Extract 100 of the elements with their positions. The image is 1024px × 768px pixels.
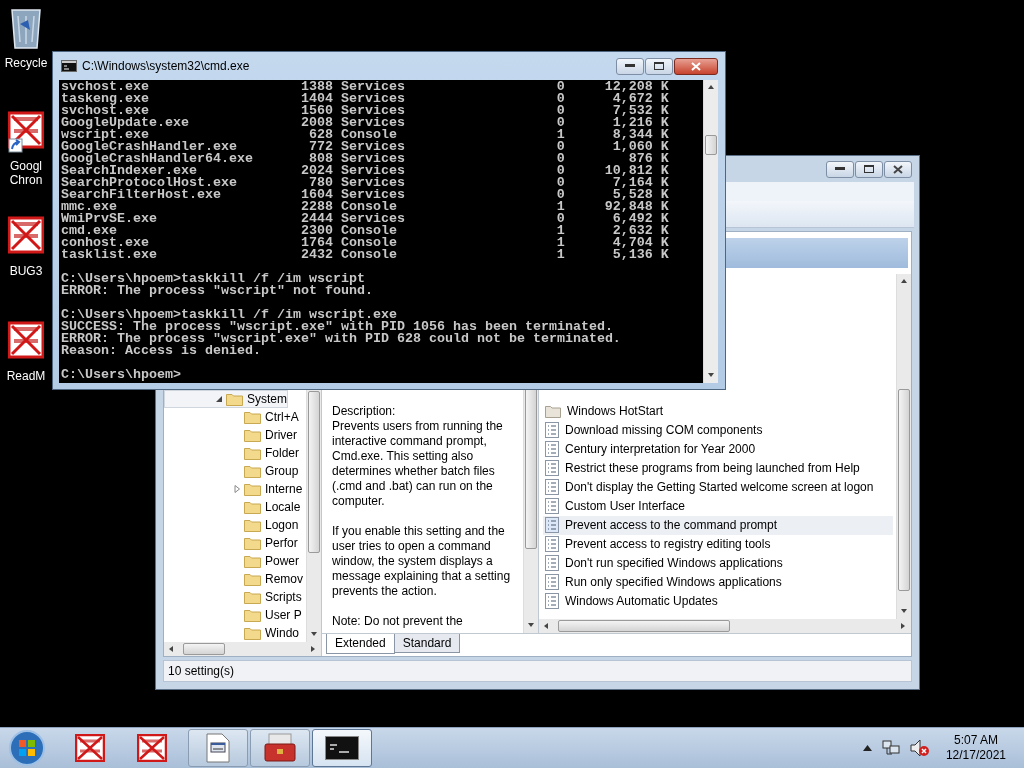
denied-file-icon: [75, 734, 105, 762]
maximize-button[interactable]: [855, 160, 883, 178]
session-number: 0: [555, 213, 565, 225]
clock-time[interactable]: 5:07 AM: [953, 733, 998, 748]
memory-usage: 92,848 K: [603, 201, 669, 213]
folder-icon: [244, 571, 261, 586]
setting-page-icon: [545, 479, 559, 496]
setting-item[interactable]: Don't display the Getting Started welcome screen at logon: [543, 477, 893, 497]
setting-item[interactable]: Windows Automatic Updates: [543, 591, 893, 611]
folder-icon: [244, 553, 261, 568]
tree-item[interactable]: Interne: [164, 479, 304, 498]
collapsed-arrow-icon[interactable]: [233, 484, 241, 493]
folder-icon: [244, 535, 261, 550]
network-icon[interactable]: [881, 740, 900, 756]
setting-item[interactable]: Don't run specified Windows applications: [543, 553, 893, 573]
process-name: conhost.exe: [61, 237, 149, 249]
close-button[interactable]: [674, 57, 718, 75]
tree-item[interactable]: User P: [164, 605, 303, 624]
session-name: Services: [339, 117, 406, 129]
taskbar-button[interactable]: [312, 729, 372, 767]
scrollbar[interactable]: [164, 641, 321, 656]
close-button[interactable]: [884, 160, 912, 178]
setting-item[interactable]: Century interpretation for Year 2000: [543, 439, 893, 459]
taskbar-button[interactable]: [250, 729, 310, 767]
expanded-arrow-icon[interactable]: [215, 394, 223, 403]
toolbox-icon: [263, 733, 297, 763]
session-number: 0: [555, 153, 565, 165]
tree-item[interactable]: Driver: [164, 425, 298, 444]
maximize-icon: [864, 165, 874, 173]
folder-icon: [244, 445, 261, 460]
tree-item[interactable]: Power: [164, 551, 300, 570]
setting-item[interactable]: Prevent access to registry editing tools: [543, 534, 893, 554]
recycle-bin-icon[interactable]: [8, 6, 44, 50]
tree-item[interactable]: Locale: [164, 497, 302, 516]
memory-usage: 1,060 K: [611, 141, 669, 153]
setting-item[interactable]: Prevent access to the command prompt: [543, 515, 893, 535]
process-name: taskeng.exe: [61, 93, 150, 105]
memory-usage: 7,164 K: [612, 177, 669, 189]
tree-item[interactable]: Perfor: [164, 533, 299, 552]
process-name: mmc.exe: [61, 201, 117, 213]
tree-item[interactable]: Scripts: [164, 587, 303, 606]
session-number: 0: [555, 105, 565, 117]
session-name: Console: [339, 237, 398, 249]
view-tab[interactable]: Standard: [393, 633, 461, 653]
process-id: 2432: [299, 249, 333, 261]
view-tab[interactable]: Extended: [326, 633, 395, 654]
process-id: 808: [308, 153, 333, 165]
scrollbar[interactable]: [896, 273, 911, 619]
memory-usage: 876 K: [628, 153, 669, 165]
process-id: 1560: [299, 105, 333, 117]
start-button[interactable]: [8, 729, 46, 767]
session-number: 0: [555, 177, 565, 189]
memory-usage: 4,704 K: [611, 237, 669, 249]
tree-item[interactable]: Logon: [164, 515, 300, 534]
tree-item[interactable]: Folder: [164, 443, 300, 462]
denied-file-icon[interactable]: [8, 109, 44, 153]
tree-item[interactable]: Windo: [164, 623, 300, 642]
session-name: Services: [339, 177, 406, 189]
session-name: Services: [339, 153, 406, 165]
session-name: Console: [339, 249, 398, 261]
status-text: 10 setting(s): [168, 663, 235, 678]
setting-item[interactable]: Download missing COM components: [543, 420, 893, 440]
setting-item[interactable]: Run only specified Windows applications: [543, 572, 893, 592]
tree-item[interactable]: Remov: [164, 569, 304, 588]
denied-file-icon: [137, 734, 167, 762]
setting-page-icon: [545, 574, 559, 591]
session-number: 0: [555, 141, 565, 153]
clock-date[interactable]: 12/17/2021: [945, 748, 1006, 763]
session-name: Services: [339, 93, 406, 105]
show-hidden-icons-icon[interactable]: [862, 745, 872, 751]
description-text: If you enable this setting and the user tries to open a command window, the system displays a message explaining that a setting prevents the action.: [332, 523, 512, 599]
description-text: Prevents users from running the interactive command prompt, Cmd.exe. This setting also determines whether batch files (.cmd and .bat) can run on the computer.: [332, 418, 504, 509]
process-name: GoogleUpdate.exe: [61, 117, 190, 129]
description-heading: Description:: [332, 403, 397, 419]
scrollbar[interactable]: [703, 80, 718, 383]
tree-item[interactable]: Ctrl+A: [164, 407, 300, 426]
session-number: 0: [555, 93, 565, 105]
minimize-button[interactable]: [616, 57, 644, 75]
setting-item[interactable]: Windows HotStart: [543, 401, 893, 421]
session-name: Services: [339, 141, 406, 153]
session-name: Services: [339, 165, 406, 177]
process-name: SearchIndexer.exe: [61, 165, 197, 177]
minimize-button[interactable]: [826, 160, 854, 178]
setting-item[interactable]: Restrict these programs from being launched from Help: [543, 458, 893, 478]
process-name: cmd.exe: [61, 225, 117, 237]
console-line: C:\Users\hpoem>taskkill /f /im wscript.exe: [61, 307, 397, 322]
session-number: 1: [555, 225, 565, 237]
session-name: Console: [339, 129, 397, 141]
memory-usage: 6,492 K: [612, 213, 669, 225]
icon-label: Chron: [9, 173, 43, 187]
setting-page-icon: [545, 536, 559, 553]
scrollbar[interactable]: [539, 618, 911, 633]
volume-muted-icon[interactable]: [909, 739, 930, 757]
setting-item[interactable]: Custom User Interface: [543, 496, 893, 516]
process-id: 780: [308, 177, 333, 189]
memory-usage: 10,812 K: [603, 165, 669, 177]
process-id: 2300: [299, 225, 333, 237]
tree-item[interactable]: Group: [164, 461, 300, 480]
maximize-button[interactable]: [645, 57, 673, 75]
window-title: C:\Windows\system32\cmd.exe: [82, 59, 250, 73]
